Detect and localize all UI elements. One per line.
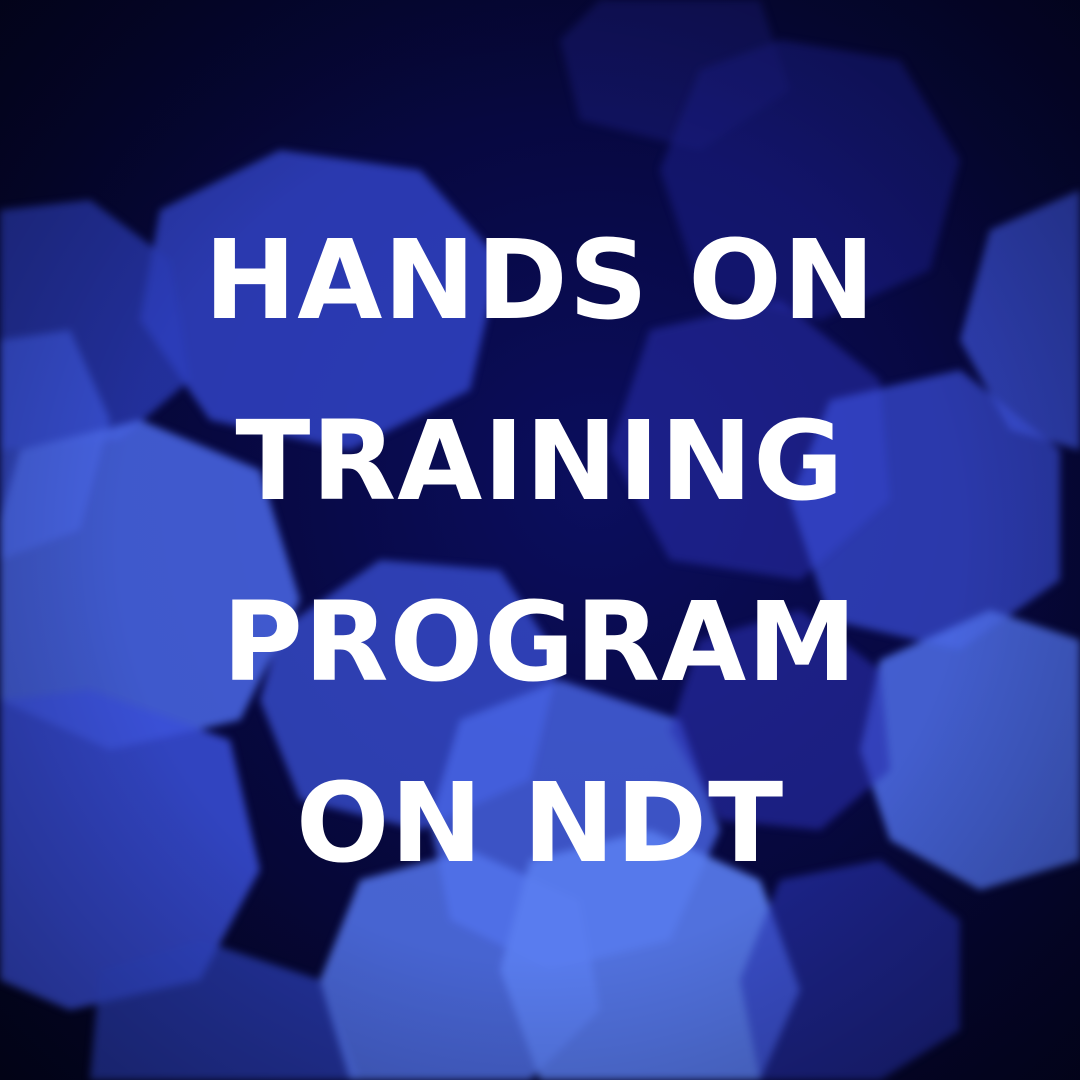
headline: HANDS ON TRAINING PROGRAM ON NDT xyxy=(0,190,1080,914)
headline-line-1: HANDS ON xyxy=(204,216,876,344)
headline-line-4: ON NDT xyxy=(295,759,785,887)
bokeh-heptagon xyxy=(90,940,360,1080)
headline-line-3: PROGRAM xyxy=(222,578,858,706)
headline-line-2: TRAINING xyxy=(235,397,845,525)
poster: HANDS ON TRAINING PROGRAM ON NDT xyxy=(0,0,1080,1080)
